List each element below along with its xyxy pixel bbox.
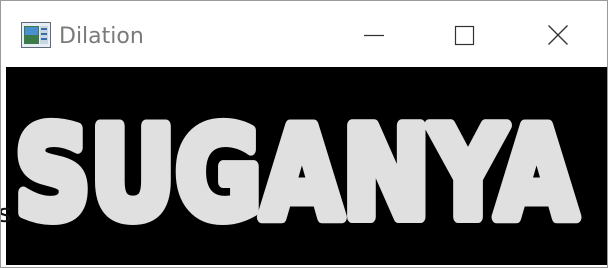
dilation-window: Dilation SUGANYA s xyxy=(0,0,608,268)
dilated-text-graphic: SUGANYA xyxy=(9,94,583,253)
dilated-image: SUGANYA xyxy=(6,67,607,265)
window-title: Dilation xyxy=(59,24,144,49)
maximize-button[interactable] xyxy=(441,11,487,59)
close-button[interactable] xyxy=(535,11,581,59)
opencv-window-icon xyxy=(21,22,51,48)
minimize-icon xyxy=(364,34,384,37)
close-icon xyxy=(548,25,568,45)
minimize-button[interactable] xyxy=(351,11,397,59)
dilated-text: SUGANYA xyxy=(15,100,577,247)
title-bar[interactable]: Dilation xyxy=(1,1,607,67)
stray-glyph: s xyxy=(1,201,12,227)
maximize-icon xyxy=(454,25,475,46)
